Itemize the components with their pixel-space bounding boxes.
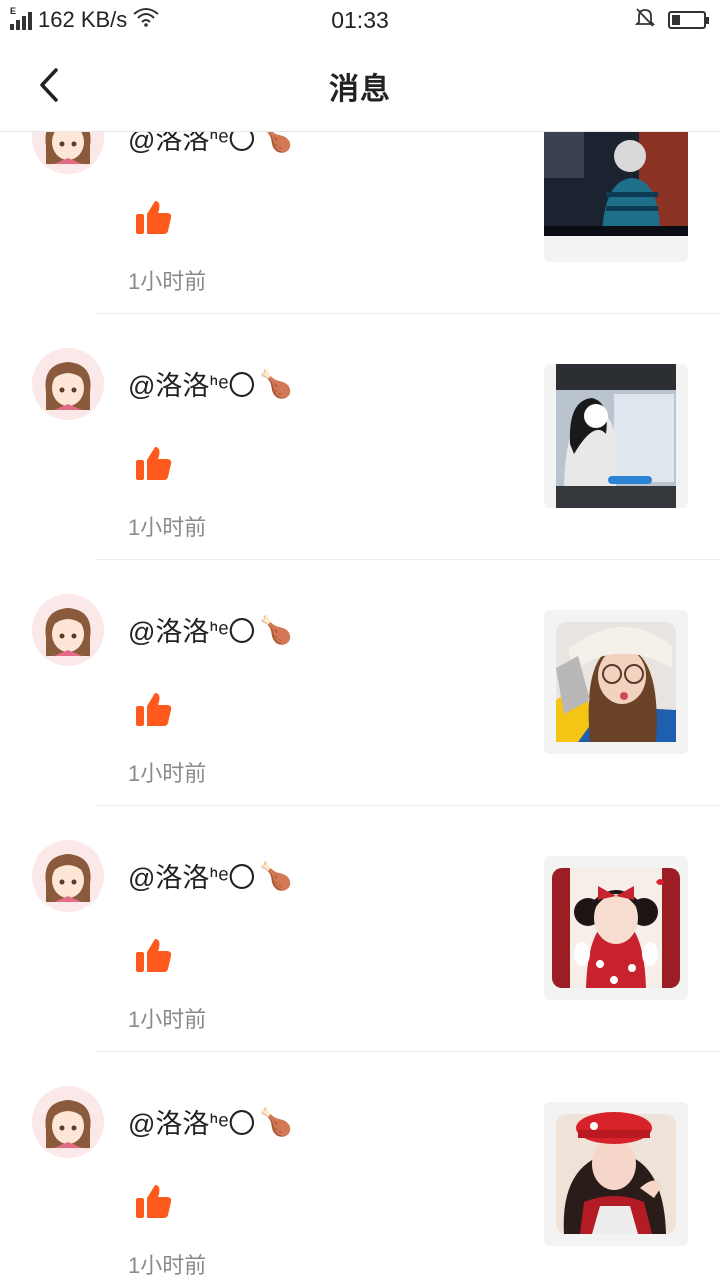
drumstick-emoji: 🍗: [259, 368, 294, 399]
signal-icon: E: [10, 6, 32, 30]
network-type: E: [10, 6, 17, 16]
username[interactable]: @洛洛ᑋᵉ〇 🍗: [128, 610, 293, 649]
timestamp: 1小时前: [128, 269, 207, 294]
thumbs-up-icon: [136, 447, 172, 480]
status-left: E 162 KB/s: [10, 6, 159, 33]
thumbs-up-icon: [136, 693, 172, 726]
avatar[interactable]: [32, 348, 104, 420]
notification-list[interactable]: @洛洛ᑋᵉ〇 🍗 1小时前 @洛洛ᑋᵉ〇 🍗 1小时前 @洛洛ᑋᵉ〇 🍗 1小时…: [0, 68, 720, 1280]
timestamp: 1小时前: [128, 1007, 207, 1032]
timestamp: 1小时前: [128, 1253, 207, 1278]
username[interactable]: @洛洛ᑋᵉ〇 🍗: [128, 364, 293, 403]
thumbs-up-icon: [136, 939, 172, 972]
drumstick-emoji: 🍗: [259, 614, 294, 645]
list-item[interactable]: @洛洛ᑋᵉ〇 🍗 1小时前: [0, 1052, 720, 1280]
back-button[interactable]: [26, 62, 72, 108]
username[interactable]: @洛洛ᑋᵉ〇 🍗: [128, 1102, 293, 1141]
chevron-left-icon: [40, 68, 58, 102]
mute-icon: [634, 6, 656, 34]
thumbs-up-icon: [136, 1185, 172, 1218]
battery-icon: [668, 11, 709, 29]
page-title: 消息: [329, 72, 391, 106]
timestamp: 1小时前: [128, 761, 207, 786]
timestamp: 1小时前: [128, 515, 207, 540]
post-thumbnail[interactable]: [544, 856, 688, 1000]
username[interactable]: @洛洛ᑋᵉ〇 🍗: [128, 856, 293, 895]
post-thumbnail[interactable]: [544, 364, 688, 508]
post-thumbnail[interactable]: [544, 610, 688, 754]
drumstick-emoji: 🍗: [259, 860, 294, 891]
post-thumbnail[interactable]: [544, 118, 688, 262]
avatar[interactable]: [32, 1086, 104, 1158]
list-item[interactable]: @洛洛ᑋᵉ〇 🍗 1小时前: [0, 806, 720, 1052]
avatar[interactable]: [32, 840, 104, 912]
thumbs-up-icon: [136, 201, 172, 234]
list-item[interactable]: @洛洛ᑋᵉ〇 🍗 1小时前: [0, 314, 720, 560]
post-thumbnail[interactable]: [544, 1102, 688, 1246]
avatar[interactable]: [32, 594, 104, 666]
status-bar: E 162 KB/s 01:33: [0, 0, 720, 40]
list-item[interactable]: @洛洛ᑋᵉ〇 🍗 1小时前: [0, 560, 720, 806]
wifi-icon: [133, 7, 159, 33]
network-speed: 162 KB/s: [38, 7, 128, 32]
status-right: [634, 6, 709, 34]
nav-header: 消息: [0, 40, 720, 132]
drumstick-emoji: 🍗: [259, 1106, 294, 1137]
